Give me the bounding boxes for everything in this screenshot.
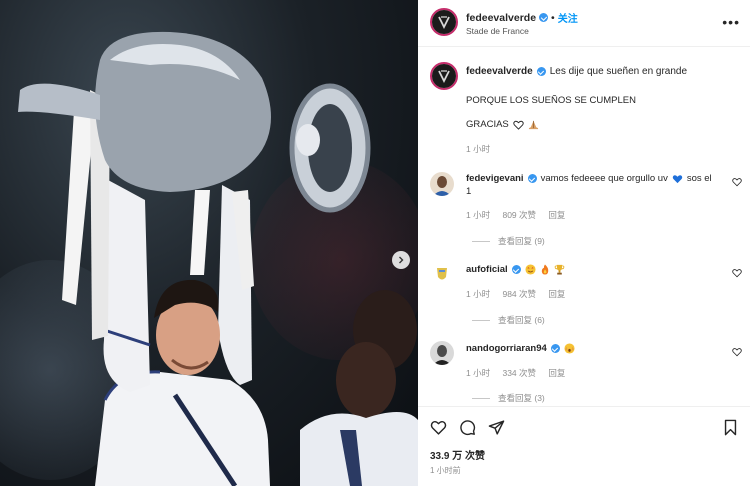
view-replies-button[interactable]: 查看回复 (9)	[472, 235, 545, 247]
player-with-trophy-illustration	[18, 31, 418, 486]
player-shirt	[95, 371, 270, 486]
comment-text-continued: sos el	[686, 173, 712, 184]
teammate-head	[336, 342, 396, 418]
comment-meta: 1 小时 334 次赞 回复	[466, 367, 575, 379]
view-replies-button[interactable]: 查看回复 (6)	[472, 314, 545, 326]
caption-first-line: fedeevalverde Les dije que sueñen en gra…	[466, 66, 687, 77]
header-username[interactable]: fedeevalverde	[466, 12, 536, 24]
comment-username[interactable]: fedevigevani	[466, 172, 524, 185]
comment-time: 1 小时	[466, 210, 491, 220]
trophy-ribbon	[62, 95, 95, 305]
comment-like-count[interactable]: 334 次赞	[502, 368, 536, 378]
comment-username[interactable]: nandogorriaran94	[466, 342, 547, 355]
trophy-handle	[18, 83, 100, 120]
commenter-avatar-image	[430, 262, 454, 286]
praying-hands-emoji-icon	[528, 120, 538, 129]
commenter-avatar-image	[430, 172, 454, 196]
post-actions-bar: 33.9 万 次赞 1 小时前	[418, 406, 750, 487]
post-photo[interactable]	[0, 0, 418, 486]
comment-text: vamos fedeeee que orgullo uv	[540, 173, 668, 184]
comment-body: aufoficial	[466, 263, 726, 276]
chevron-right-icon	[399, 256, 404, 264]
replies-divider-line	[472, 319, 490, 321]
post-header: fedeevalverde • 关注 Stade de France •••	[418, 0, 750, 47]
comment-meta: 1 小时 984 次赞 回复	[466, 288, 575, 300]
share-paper-plane-icon[interactable]	[488, 419, 505, 436]
comment-meta: 1 小时 809 次赞 回复	[466, 209, 575, 221]
verified-icon	[511, 265, 521, 274]
verified-icon	[536, 67, 546, 76]
comment-username[interactable]: aufoficial	[466, 263, 508, 276]
heart-emoji-icon	[513, 120, 524, 130]
caption-text: Les dije que sueñen en grande	[549, 66, 688, 77]
author-avatar-image	[432, 10, 456, 34]
fire-emoji-icon	[541, 264, 548, 275]
reply-button[interactable]: 回复	[548, 289, 565, 299]
next-photo-button[interactable]	[392, 251, 410, 269]
commenter-avatar[interactable]	[430, 172, 454, 196]
comment-time: 1 小时	[466, 368, 491, 378]
replies-divider-line	[472, 397, 490, 399]
trophy-ribbon	[190, 190, 210, 275]
caption-author-avatar[interactable]	[430, 62, 458, 90]
like-comment-heart-icon[interactable]	[732, 347, 742, 357]
post-side-panel: fedeevalverde • 关注 Stade de France ••• f…	[418, 0, 750, 486]
view-replies-label: 查看回复 (6)	[498, 315, 545, 325]
commenter-avatar[interactable]	[430, 262, 454, 286]
comment-bubble-icon[interactable]	[459, 419, 476, 436]
caption-line: PORQUE LOS SUEÑOS SE CUMPLEN	[466, 95, 636, 106]
like-comment-heart-icon[interactable]	[732, 268, 742, 278]
player-arm	[103, 180, 150, 392]
reply-button[interactable]: 回复	[548, 368, 565, 378]
reply-button[interactable]: 回复	[548, 210, 565, 220]
caption-line-with-emoji: GRACIAS	[466, 119, 539, 130]
caption-gracias: GRACIAS	[466, 119, 509, 130]
comment-body: nandogorriaran94	[466, 342, 726, 355]
follow-button[interactable]: 关注	[558, 10, 578, 25]
header-user-line: fedeevalverde • 关注	[466, 10, 578, 26]
like-comment-heart-icon[interactable]	[732, 177, 742, 187]
comment-text-line2: 1	[466, 186, 472, 197]
replies-divider-line	[472, 240, 490, 242]
face-with-hands-emoji-icon	[564, 343, 575, 354]
commenter-avatar[interactable]	[430, 341, 454, 365]
comment-body: fedevigevani vamos fedeeee que orgullo u…	[466, 172, 726, 185]
more-options-button[interactable]: •••	[722, 14, 740, 30]
caption-timestamp: 1 小时	[466, 144, 491, 154]
view-replies-label: 查看回复 (9)	[498, 236, 545, 246]
author-avatar[interactable]	[430, 8, 458, 36]
comment-time: 1 小时	[466, 289, 491, 299]
view-replies-label: 查看回复 (3)	[498, 393, 545, 403]
location-link[interactable]: Stade de France	[466, 26, 529, 36]
view-replies-button[interactable]: 查看回复 (3)	[472, 392, 545, 404]
author-avatar-image	[432, 64, 456, 88]
verified-icon	[539, 13, 549, 22]
ellipsis-icon: •••	[722, 14, 740, 30]
comment-like-count[interactable]: 984 次赞	[502, 289, 536, 299]
verified-icon	[550, 344, 560, 353]
separator-dot: •	[551, 11, 555, 24]
star-struck-emoji-icon	[525, 264, 536, 275]
instagram-post-modal: fedeevalverde • 关注 Stade de France ••• f…	[0, 0, 750, 486]
verified-icon	[527, 174, 537, 183]
trophy-emoji-icon	[554, 264, 565, 275]
blue-heart-emoji-icon	[672, 174, 683, 183]
like-heart-icon[interactable]	[430, 419, 447, 436]
comment-like-count[interactable]: 809 次赞	[502, 210, 536, 220]
caption-username[interactable]: fedeevalverde	[466, 66, 533, 77]
post-like-count[interactable]: 33.9 万 次赞	[430, 447, 485, 462]
post-timestamp: 1 小时前	[430, 466, 461, 475]
bookmark-icon[interactable]	[722, 419, 739, 436]
commenter-avatar-image	[430, 341, 454, 365]
